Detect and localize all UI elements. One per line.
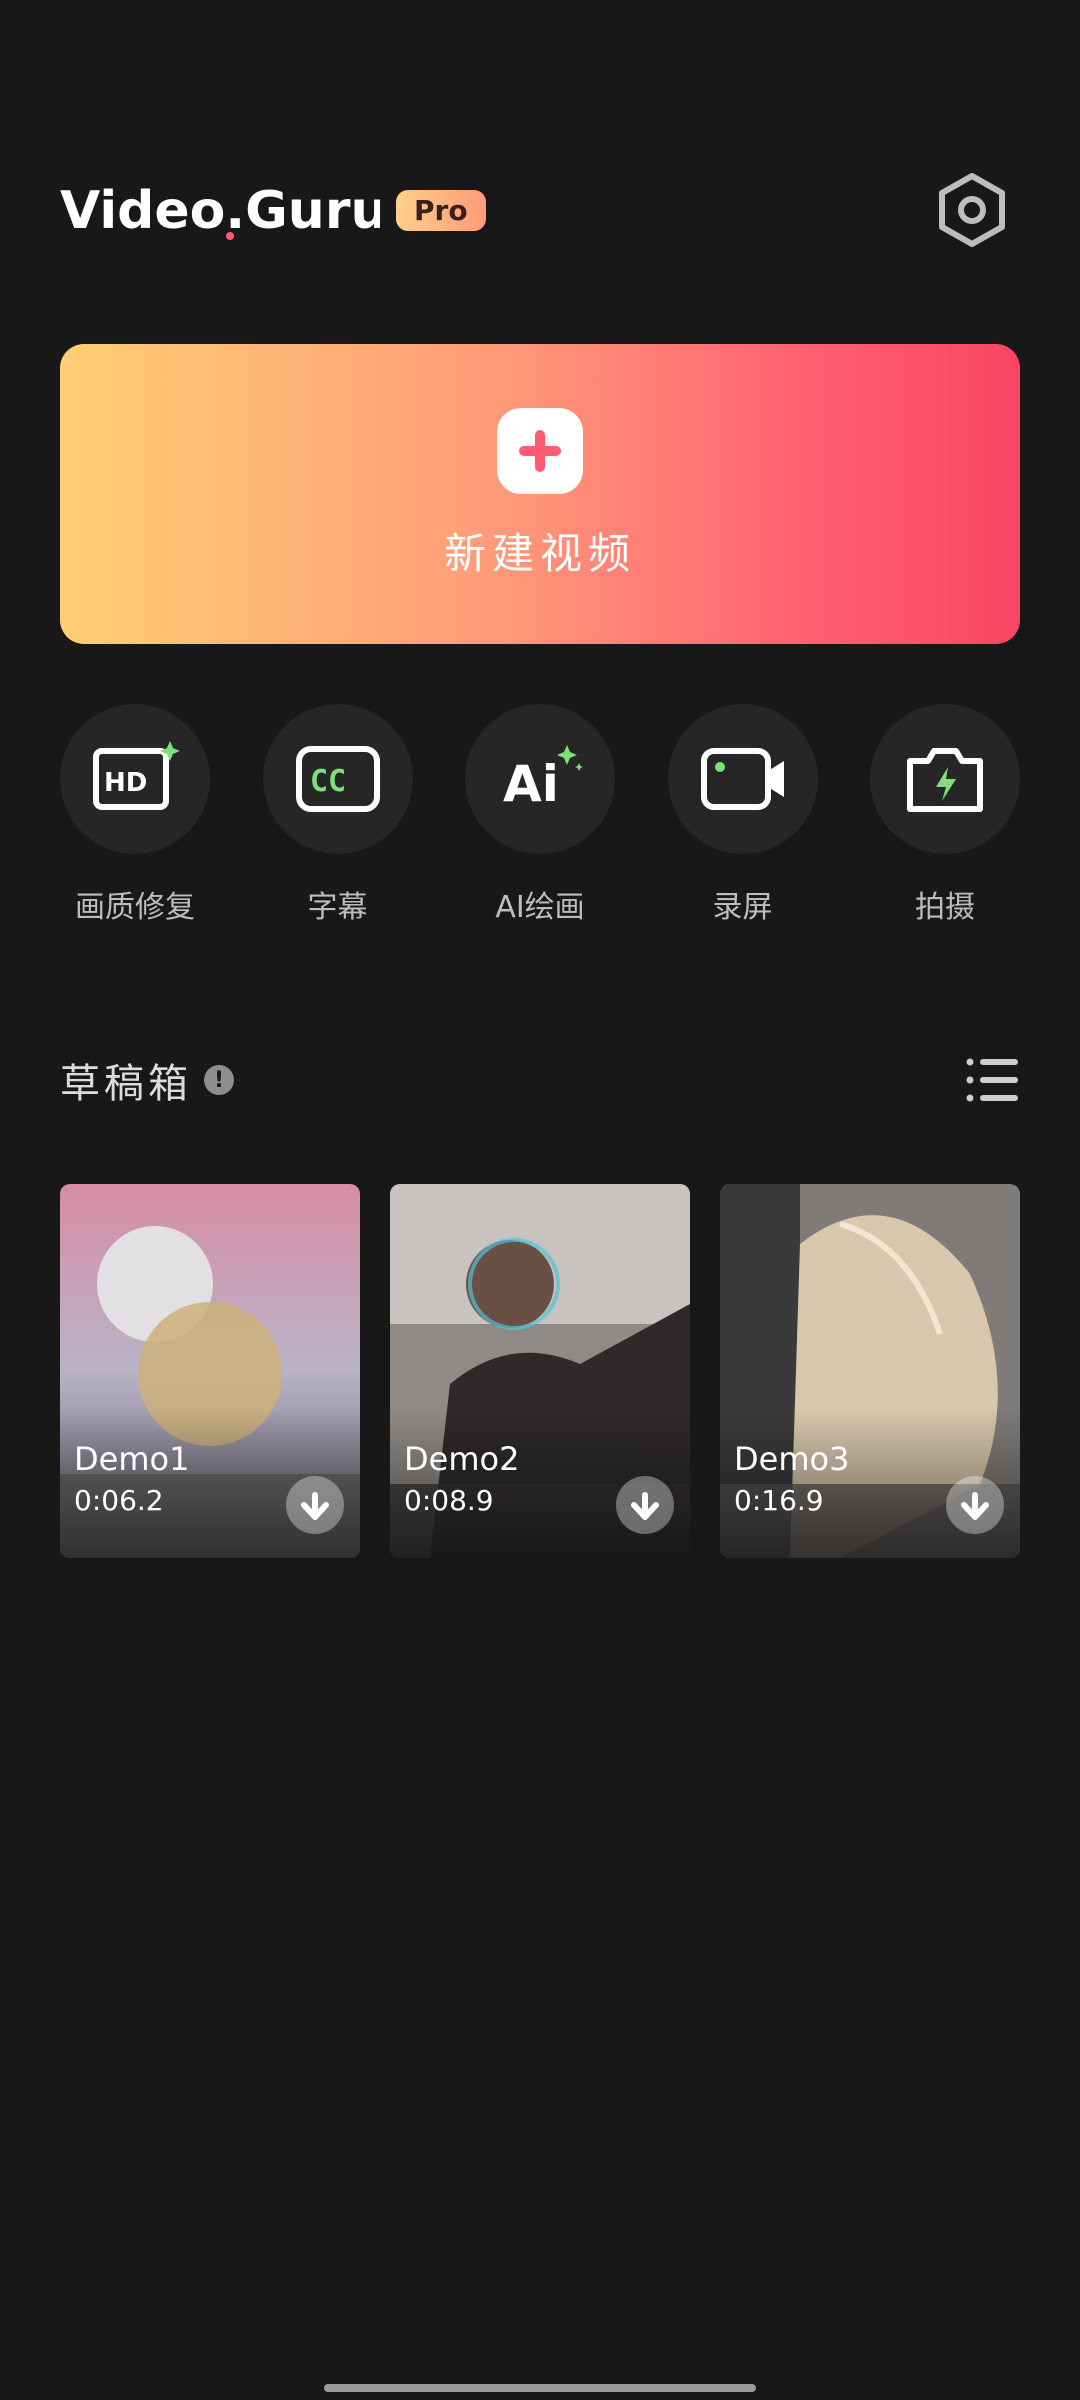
tool-label: 画质修复 bbox=[75, 890, 195, 925]
download-button[interactable] bbox=[616, 1476, 674, 1534]
tool-subtitle[interactable]: CC 字幕 bbox=[262, 704, 413, 926]
logo-dot bbox=[226, 232, 234, 240]
tool-camera[interactable]: 拍摄 bbox=[870, 704, 1020, 926]
draft-duration: 0:16.9 bbox=[734, 1484, 824, 1517]
screen-record-icon bbox=[667, 704, 818, 854]
ai-paint-icon: Ai bbox=[465, 704, 615, 854]
download-button[interactable] bbox=[286, 1476, 344, 1534]
list-view-icon[interactable] bbox=[964, 1052, 1020, 1108]
draft-duration: 0:08.9 bbox=[404, 1484, 494, 1517]
settings-button[interactable] bbox=[924, 162, 1020, 258]
tool-screen-record[interactable]: 录屏 bbox=[667, 704, 818, 926]
draft-title: Demo1 bbox=[74, 1440, 190, 1478]
new-video-button[interactable]: 新建视频 bbox=[60, 344, 1020, 644]
pro-badge[interactable]: Pro bbox=[396, 189, 486, 231]
tool-label: 字幕 bbox=[307, 890, 368, 925]
logo-text: Video.Guru bbox=[60, 181, 380, 241]
brand: Video.Guru Pro bbox=[60, 170, 486, 250]
header: Video.Guru Pro bbox=[60, 160, 1020, 260]
tools-row: HD 画质修复 CC 字幕 Ai AI绘画 录屏 拍摄 bbox=[60, 704, 1020, 926]
drafts-header: 草稿箱 ! bbox=[60, 1050, 1020, 1110]
draft-card[interactable]: Demo3 0:16.9 bbox=[720, 1184, 1020, 1558]
arrow-down-icon bbox=[301, 1492, 329, 1520]
plus-icon bbox=[497, 407, 583, 494]
drafts-title: 草稿箱 bbox=[60, 1061, 192, 1107]
arrow-down-icon bbox=[631, 1492, 659, 1520]
gear-icon bbox=[939, 173, 1005, 247]
draft-duration: 0:06.2 bbox=[74, 1484, 164, 1517]
camera-icon bbox=[870, 704, 1020, 854]
draft-card[interactable]: Demo2 0:08.9 bbox=[390, 1184, 690, 1558]
home-indicator[interactable] bbox=[324, 2384, 756, 2392]
arrow-down-icon bbox=[961, 1492, 989, 1520]
download-button[interactable] bbox=[946, 1476, 1004, 1534]
tool-ai-paint[interactable]: Ai AI绘画 bbox=[465, 704, 615, 926]
new-video-label: 新建视频 bbox=[443, 528, 636, 578]
tool-label: 录屏 bbox=[712, 890, 773, 925]
draft-title: Demo2 bbox=[404, 1440, 520, 1478]
drafts-title-wrap: 草稿箱 ! bbox=[60, 1051, 234, 1109]
svg-text:HD: HD bbox=[104, 768, 147, 798]
svg-text:CC: CC bbox=[310, 764, 346, 799]
drafts-list: Demo1 0:06.2 Demo2 0:08.9 Demo3 0:16.9 bbox=[60, 1184, 1020, 1558]
app-logo: Video.Guru bbox=[60, 181, 380, 241]
svg-text:Ai: Ai bbox=[503, 755, 559, 813]
tool-hd-enhance[interactable]: HD 画质修复 bbox=[60, 704, 210, 926]
cc-subtitle-icon: CC bbox=[262, 704, 413, 854]
info-icon[interactable]: ! bbox=[204, 1065, 234, 1095]
draft-card[interactable]: Demo1 0:06.2 bbox=[60, 1184, 360, 1558]
hd-enhance-icon: HD bbox=[60, 704, 210, 854]
tool-label: AI绘画 bbox=[495, 890, 585, 925]
draft-title: Demo3 bbox=[734, 1440, 850, 1478]
tool-label: 拍摄 bbox=[915, 890, 975, 925]
